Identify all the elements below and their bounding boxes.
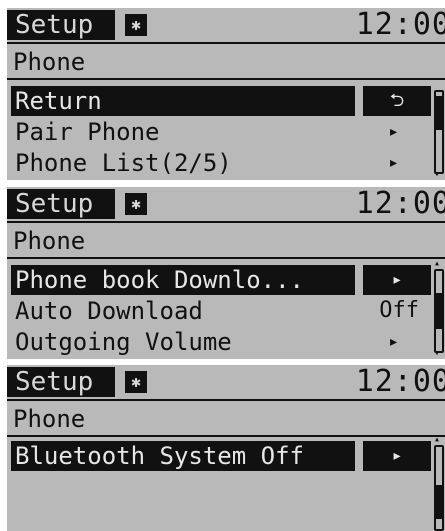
header-title: Setup <box>7 10 115 40</box>
scroll-up-icon: ▴ <box>434 434 441 445</box>
setting-value: Off <box>379 298 419 323</box>
menu-item-label: Pair Phone <box>15 118 160 146</box>
clock: 12:00 <box>355 8 445 42</box>
page-title: Phone <box>13 227 86 255</box>
menu-item-label: Phone List(2/5) <box>15 149 232 177</box>
divider <box>7 221 445 223</box>
menu-item-auto-download[interactable]: Auto Download Off <box>7 296 427 326</box>
menu-item-label: Auto Download <box>15 297 203 325</box>
menu-item-outgoing-volume[interactable]: Outgoing Volume ▸ <box>7 327 427 357</box>
scrollbar[interactable]: ▾ <box>431 80 445 180</box>
chevron-right-icon: ▸ <box>388 121 399 142</box>
menu-item-pair-phone[interactable]: Pair Phone ▸ <box>7 117 427 147</box>
menu-item-return[interactable]: Return ⮌ <box>7 86 431 116</box>
header: Setup ✱ 12:00 <box>7 365 445 399</box>
bluetooth-icon: ✱ <box>125 14 147 36</box>
header-title: Setup <box>7 367 115 397</box>
clock: 12:00 <box>355 365 445 399</box>
scrollbar-thumb[interactable] <box>436 293 442 329</box>
divider <box>7 257 445 259</box>
scroll-up-icon: ▴ <box>434 258 441 269</box>
setup-screen-3: Setup ✱ 12:00 Phone Bluetooth System Off… <box>7 365 445 531</box>
header-title: Setup <box>7 189 115 219</box>
scroll-down-icon: ▾ <box>434 348 441 359</box>
menu-item-label: Outgoing Volume <box>15 328 232 356</box>
divider <box>7 42 445 44</box>
divider <box>7 399 445 401</box>
chevron-right-icon[interactable]: ▸ <box>363 441 431 471</box>
bluetooth-icon: ✱ <box>125 193 147 215</box>
bluetooth-icon: ✱ <box>125 371 147 393</box>
page-title: Phone <box>13 405 86 433</box>
chevron-right-icon: ▸ <box>388 331 399 352</box>
menu-item-bluetooth-system-off[interactable]: Bluetooth System Off ▸ <box>7 441 431 471</box>
menu-item-phone-list[interactable]: Phone List(2/5) ▸ <box>7 148 427 178</box>
menu-item-label: Phone book Downlo... <box>15 266 304 294</box>
clock: 12:00 <box>355 187 445 221</box>
menu-item-label: Bluetooth System Off <box>15 442 304 470</box>
divider <box>7 435 445 437</box>
menu-item-phone-book-download[interactable]: Phone book Downlo... ▸ <box>7 265 431 295</box>
menu-item-label: Return <box>15 87 102 115</box>
page-title: Phone <box>13 48 86 76</box>
scrollbar[interactable]: ▴ <box>431 435 445 531</box>
header: Setup ✱ 12:00 <box>7 187 445 221</box>
return-icon[interactable]: ⮌ <box>363 86 431 116</box>
setup-screen-2: Setup ✱ 12:00 Phone Phone book Downlo...… <box>7 187 445 359</box>
scroll-down-icon: ▾ <box>434 169 441 180</box>
scrollbar[interactable]: ▴ ▾ <box>431 259 445 359</box>
chevron-right-icon[interactable]: ▸ <box>363 265 431 295</box>
scrollbar-thumb[interactable] <box>436 96 442 130</box>
divider <box>7 78 445 80</box>
scrollbar-thumb[interactable] <box>436 485 442 519</box>
header: Setup ✱ 12:00 <box>7 8 445 42</box>
chevron-right-icon: ▸ <box>388 152 399 173</box>
setup-screen-1: Setup ✱ 12:00 Phone Return ⮌ Pair Phone … <box>7 8 445 180</box>
